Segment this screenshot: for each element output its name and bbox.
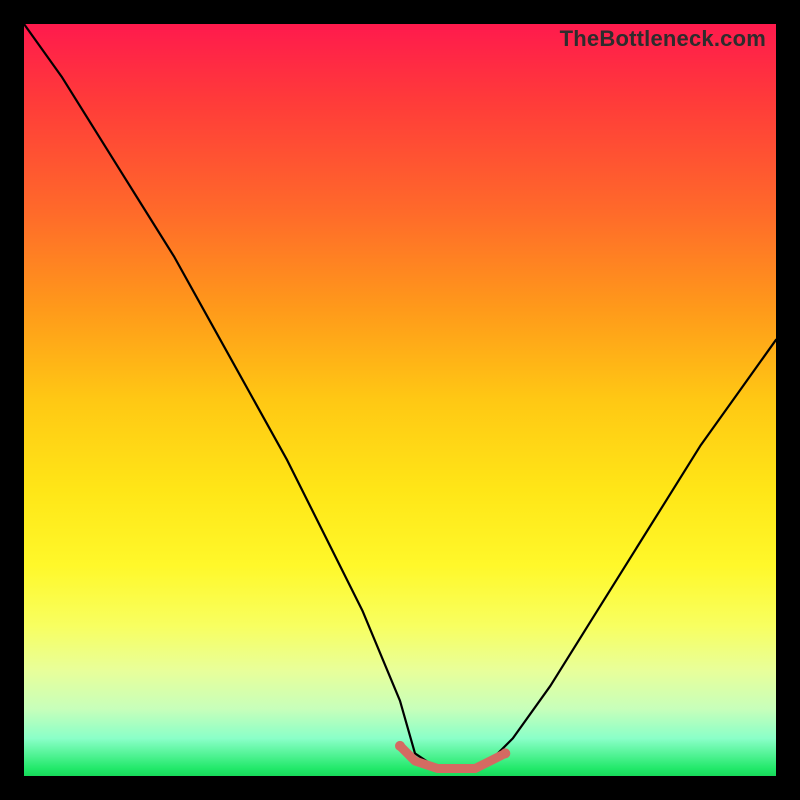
curve-svg [24,24,776,776]
bottom-highlight [400,746,505,769]
watermark-text: TheBottleneck.com [560,26,766,52]
highlight-dot-right [500,748,510,758]
highlight-dot-left [395,741,405,751]
plot-area: TheBottleneck.com [24,24,776,776]
main-curve [24,24,776,769]
outer-frame: TheBottleneck.com [0,0,800,800]
